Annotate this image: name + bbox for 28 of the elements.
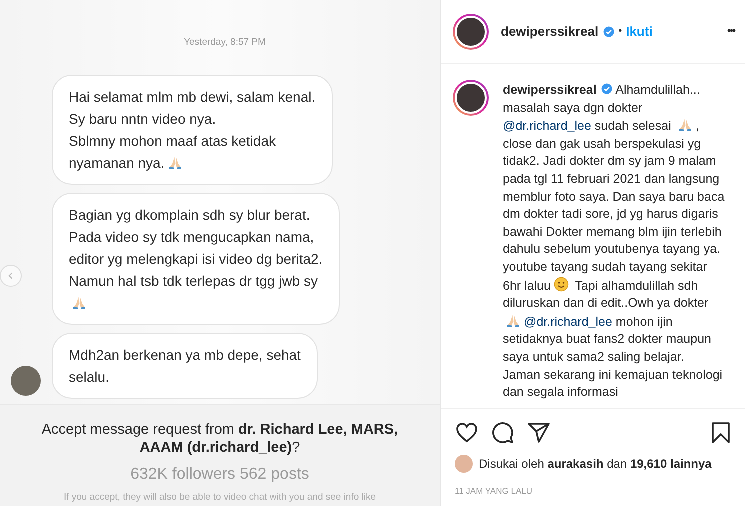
pray-emoji-icon (678, 117, 693, 132)
message-timestamp: Yesterday, 8:57 PM (183, 37, 267, 48)
message-bubble: Bagian yg dkomplain sdh sy blur berat. Pada video sy tdk mengucapkan nama, editor yg melengkapi isi video dg berita2. Namun hal tsb tdk terlepas dr tgg jwb sy (52, 193, 340, 325)
pray-emoji-icon (72, 295, 87, 310)
pray-emoji-icon (168, 155, 183, 170)
avatar (455, 454, 473, 473)
mention-link[interactable]: @dr.richard_lee (524, 314, 612, 329)
smile-emoji-icon (554, 276, 569, 292)
bookmark-icon[interactable] (709, 420, 733, 445)
profile-stats: 632K followers 562 posts (130, 466, 310, 484)
message-bubble: Hai selamat mlm mb dewi, salam kenal. Sy baru nntn video nya. Sblmny mohon maaf atas ketidak nyamanan nya. (52, 75, 333, 185)
request-prompt: Accept message request from dr. Richard Lee, MARS, AAAM (dr.richard_lee)? (40, 421, 400, 457)
post-time: 11 JAM YANG LALU (454, 484, 534, 496)
heart-icon[interactable] (455, 420, 479, 445)
chevron-left-icon (7, 272, 15, 280)
share-icon[interactable] (527, 420, 551, 445)
request-note: If you accept, they will also be able to video chat with you and see info like (62, 492, 378, 503)
profile-avatar[interactable] (453, 80, 489, 116)
profile-avatar[interactable] (453, 14, 489, 50)
more-options-button[interactable]: ••• (727, 26, 735, 37)
pray-emoji-icon (506, 312, 521, 328)
mention-link[interactable]: @dr.richard_lee (503, 119, 592, 134)
message-bubble: Mdh2an berkenan ya mb depe, sehat selalu. (52, 333, 318, 399)
username-link[interactable]: dewiperssikreal (501, 24, 599, 39)
likes-text[interactable]: Disukai oleh aurakasih dan 19,610 lainnya (479, 456, 712, 471)
separator-dot: • (618, 26, 622, 37)
post-caption: dewiperssikreal Alhamdulillah... masalah saya dgn dokter @dr.richard_lee sudah selesai , close dan gak usah berspekulasi yg tidak2. Jadi dokter dm sy jam 9 malam pada tgl 11 februari 2021 dan langsung memblur foto saya. Dan saya baru baca dm dokter tadi sore, jd yg harus digaris bawahi Dokter memang blm ijin terlebih dahulu sebelum youtubenya tayang ya. youtube tayang sudah tayang sekitar 6hr laluu Tapi alhamdulillah sdh diluruskan dan di edit..Owh ya dokter @dr.richard_lee mohon ijin setidaknya buat fans2 dokter maupun saya untuk sama2 saling belajar. Jaman sekarang ini kemajuan teknologi dan segala informasi (503, 82, 725, 402)
comment-icon[interactable] (491, 420, 515, 445)
